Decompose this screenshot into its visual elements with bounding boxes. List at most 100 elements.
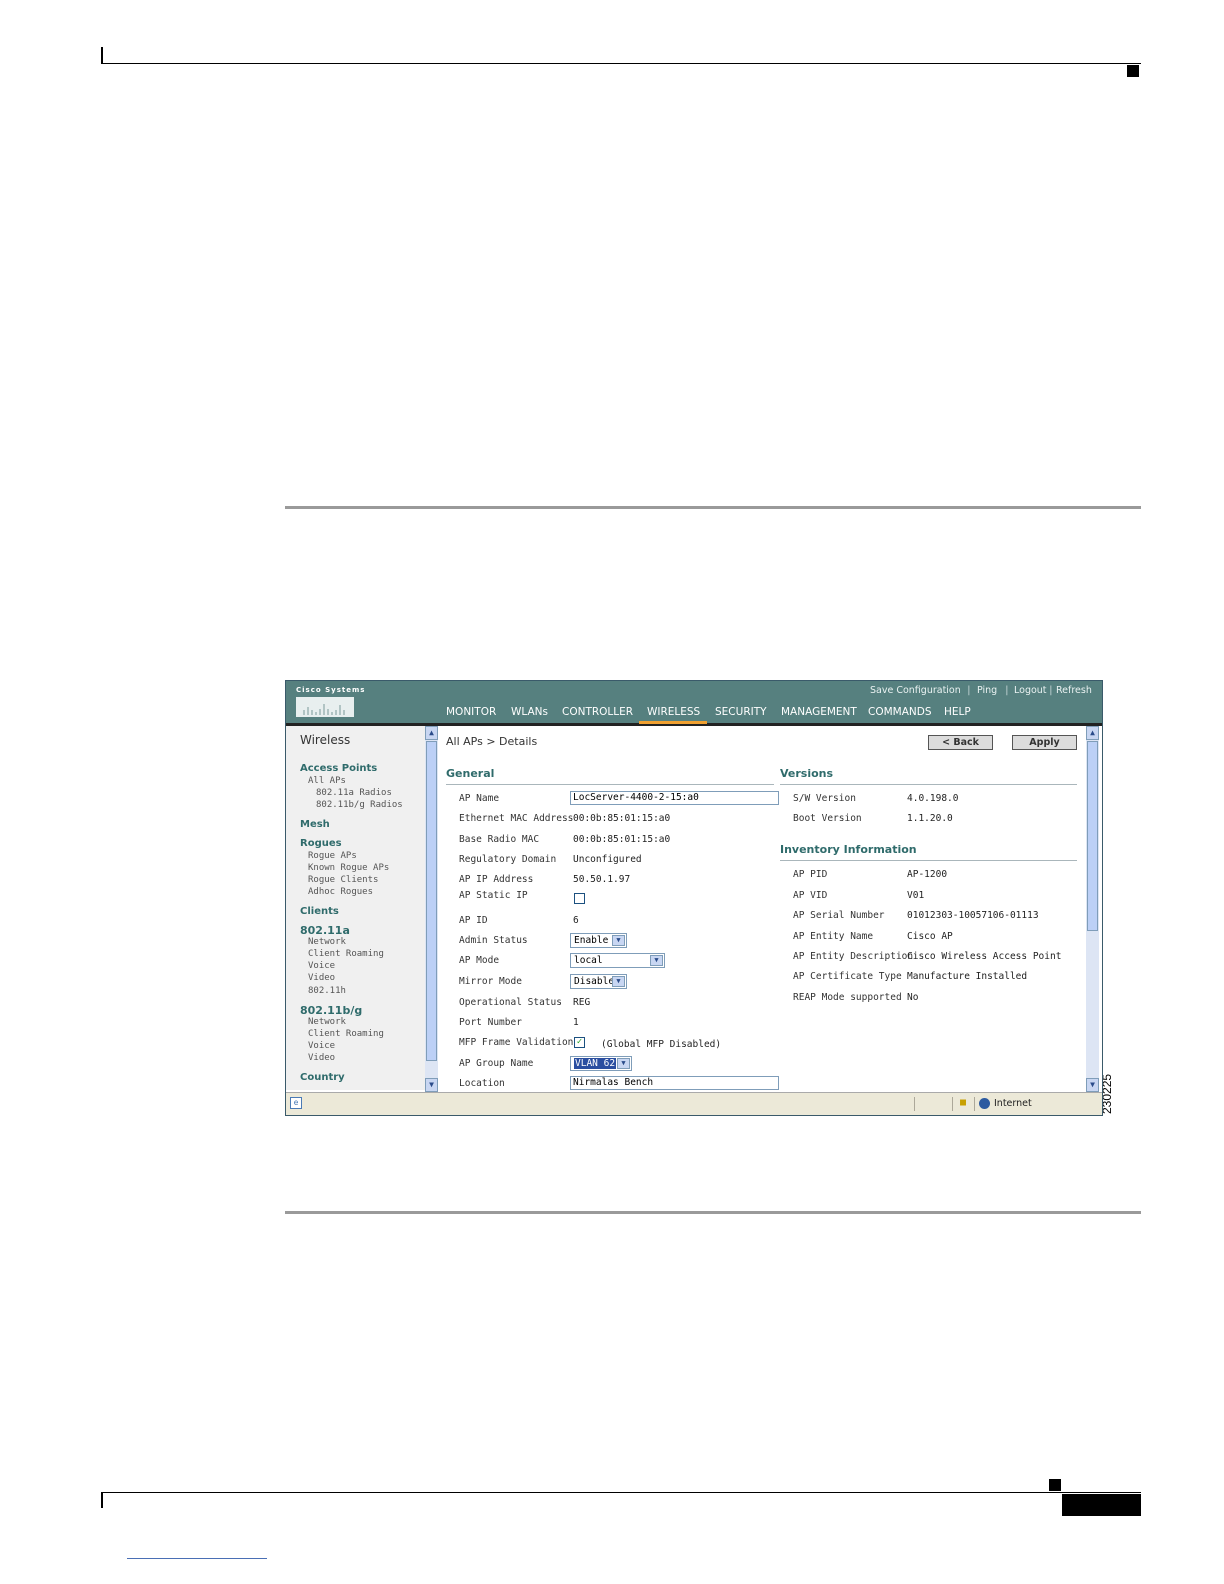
figure-bottom-rule xyxy=(285,1211,1141,1214)
nav-help[interactable]: HELP xyxy=(944,706,971,718)
boot-version-label: Boot Version xyxy=(793,813,862,824)
breadcrumb: All APs > Details xyxy=(446,735,538,748)
boot-version-value: 1.1.20.0 xyxy=(907,813,953,824)
main-scroll-thumb[interactable] xyxy=(1087,741,1098,931)
sidebar-scroll-up-icon[interactable]: ▲ xyxy=(425,726,438,740)
nav-management[interactable]: MANAGEMENT xyxy=(781,706,857,718)
general-section-title: General xyxy=(446,767,495,780)
sidebar-item-mesh[interactable]: Mesh xyxy=(300,819,330,830)
main-scroll-down-icon[interactable]: ▼ xyxy=(1086,1078,1099,1092)
nav-commands[interactable]: COMMANDS xyxy=(868,706,932,718)
browser-status-bar: e ■ Internet xyxy=(286,1092,1102,1115)
sidebar-item-adhoc-rogues[interactable]: Adhoc Rogues xyxy=(308,887,373,897)
sidebar-item-bg-video[interactable]: Video xyxy=(308,1053,335,1063)
admin-status-label: Admin Status xyxy=(459,935,528,946)
sidebar-item-80211a-radios[interactable]: 802.11a Radios xyxy=(316,788,392,798)
nav-security[interactable]: SECURITY xyxy=(715,706,767,718)
operational-status-value: REG xyxy=(573,997,591,1008)
internet-zone-icon xyxy=(979,1098,990,1109)
mirror-mode-select[interactable]: Disable ▼ xyxy=(570,974,627,989)
global-mfp-note: (Global MFP Disabled) xyxy=(601,1039,722,1050)
ap-entity-name-label: AP Entity Name xyxy=(793,931,874,942)
ap-static-ip-label: AP Static IP xyxy=(459,890,528,901)
sidebar-item-80211bg[interactable]: 802.11b/g xyxy=(300,1004,362,1017)
ap-ip-address-label: AP IP Address xyxy=(459,874,534,885)
page-done-icon: e xyxy=(290,1097,302,1109)
header-rule-tick xyxy=(101,47,103,64)
ethernet-mac-label: Ethernet MAC Address xyxy=(459,813,574,824)
ap-certificate-type-label: AP Certificate Type xyxy=(793,971,902,982)
refresh-link[interactable]: Refresh xyxy=(1056,685,1092,696)
main-scroll-up-icon[interactable]: ▲ xyxy=(1086,726,1099,740)
nav-controller[interactable]: CONTROLLER xyxy=(562,706,633,718)
ap-serial-number-value: 01012303-10057106-01113 xyxy=(907,910,1039,921)
sidebar-title: Wireless xyxy=(300,733,351,747)
ap-serial-number-label: AP Serial Number xyxy=(793,910,885,921)
internet-zone-label: Internet xyxy=(994,1098,1032,1109)
link-separator: | xyxy=(1048,685,1054,696)
sw-version-value: 4.0.198.0 xyxy=(907,793,959,804)
footer-rule xyxy=(101,1492,1141,1493)
save-configuration-link[interactable]: Save Configuration xyxy=(870,685,961,696)
sidebar-item-a-80211h[interactable]: 802.11h xyxy=(308,986,346,996)
top-banner: Cisco Systems Save Configuration | Ping … xyxy=(286,681,1102,723)
reap-mode-supported-label: REAP Mode supported xyxy=(793,992,902,1003)
location-input[interactable]: Nirmalas Bench xyxy=(570,1076,779,1090)
ap-vid-value: V01 xyxy=(907,890,925,901)
sidebar-item-80211a[interactable]: 802.11a xyxy=(300,924,350,937)
ap-mode-label: AP Mode xyxy=(459,955,500,966)
nav-monitor[interactable]: MONITOR xyxy=(446,706,496,718)
sidebar-scroll-thumb[interactable] xyxy=(426,741,437,1061)
inventory-section-divider xyxy=(780,860,1077,861)
ap-entity-description-value: Cisco Wireless Access Point xyxy=(907,951,1062,962)
sidebar-item-access-points[interactable]: Access Points xyxy=(300,763,377,774)
admin-status-select[interactable]: Enable ▼ xyxy=(570,933,627,948)
ap-certificate-type-value: Manufacture Installed xyxy=(907,971,1028,982)
sidebar-item-all-aps[interactable]: All APs xyxy=(308,776,346,786)
ap-name-input[interactable]: LocServer-4400-2-15:a0 xyxy=(570,791,779,805)
footer-rule-tick xyxy=(101,1492,103,1508)
regulatory-domain-label: Regulatory Domain xyxy=(459,854,557,865)
ap-pid-value: AP-1200 xyxy=(907,869,948,880)
sidebar-item-known-rogue-aps[interactable]: Known Rogue APs xyxy=(308,863,389,873)
ethernet-mac-value: 00:0b:85:01:15:a0 xyxy=(573,813,671,824)
ap-id-value: 6 xyxy=(573,915,579,926)
versions-section-title: Versions xyxy=(780,767,834,780)
nav-wlans[interactable]: WLANs xyxy=(511,706,548,718)
regulatory-domain-value: Unconfigured xyxy=(573,854,642,865)
ap-group-name-value: VLAN 62 xyxy=(574,1058,617,1069)
logout-link[interactable]: Logout xyxy=(1014,685,1047,696)
sidebar-item-a-video[interactable]: Video xyxy=(308,973,335,983)
sidebar-item-bg-client-roaming[interactable]: Client Roaming xyxy=(308,1029,384,1039)
ping-link[interactable]: Ping xyxy=(977,685,997,696)
ap-mode-select[interactable]: local ▼ xyxy=(570,953,665,968)
chevron-down-icon: ▼ xyxy=(612,935,625,946)
apply-button[interactable]: Apply xyxy=(1012,735,1077,750)
nav-wireless[interactable]: WIRELESS xyxy=(647,706,700,718)
sidebar-item-a-network[interactable]: Network xyxy=(308,937,346,947)
sidebar-item-rogue-clients[interactable]: Rogue Clients xyxy=(308,875,378,885)
operational-status-label: Operational Status xyxy=(459,997,562,1008)
chevron-down-icon: ▼ xyxy=(612,976,625,987)
sidebar-item-bg-network[interactable]: Network xyxy=(308,1017,346,1027)
mfp-frame-validation-label: MFP Frame Validation xyxy=(459,1037,574,1048)
sidebar-item-clients[interactable]: Clients xyxy=(300,906,339,917)
sidebar-scroll-down-icon[interactable]: ▼ xyxy=(425,1078,438,1092)
sidebar-item-country[interactable]: Country xyxy=(300,1072,345,1083)
back-button[interactable]: < Back xyxy=(928,735,993,750)
sidebar-item-rogue-aps[interactable]: Rogue APs xyxy=(308,851,357,861)
base-radio-mac-label: Base Radio MAC xyxy=(459,834,540,845)
ap-group-name-select[interactable]: VLAN 62 ▼ xyxy=(570,1056,632,1071)
sidebar-item-a-voice[interactable]: Voice xyxy=(308,961,335,971)
figure-top-rule xyxy=(285,506,1141,509)
ap-id-label: AP ID xyxy=(459,915,488,926)
main-content xyxy=(439,726,1089,1090)
ap-static-ip-checkbox[interactable] xyxy=(574,893,585,904)
mfp-frame-validation-checkbox[interactable]: ✓ xyxy=(574,1037,585,1048)
sidebar-item-rogues[interactable]: Rogues xyxy=(300,838,342,849)
sidebar-item-80211bg-radios[interactable]: 802.11b/g Radios xyxy=(316,800,403,810)
ap-vid-label: AP VID xyxy=(793,890,828,901)
link-separator: | xyxy=(966,685,972,696)
sidebar-item-bg-voice[interactable]: Voice xyxy=(308,1041,335,1051)
sidebar-item-a-client-roaming[interactable]: Client Roaming xyxy=(308,949,384,959)
